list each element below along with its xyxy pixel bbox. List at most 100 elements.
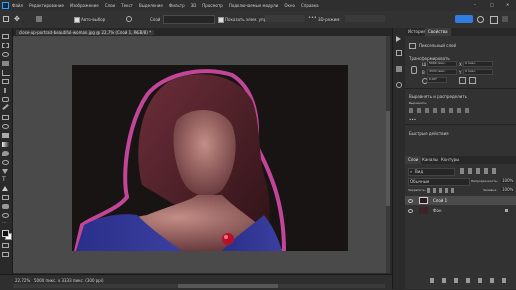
y-value: 0 пикс. [465, 69, 477, 73]
adjust-icon[interactable] [396, 50, 402, 56]
gear-icon[interactable] [126, 16, 132, 22]
scrollbar-thumb[interactable] [386, 111, 390, 206]
search-icon[interactable] [477, 16, 484, 23]
divider [405, 124, 516, 125]
workspace-icon[interactable] [490, 16, 498, 24]
kind-filter[interactable]: ⌕ Вид [408, 168, 455, 176]
lock-icons[interactable] [427, 188, 457, 193]
eyedropper-tool-icon[interactable] [4, 88, 6, 93]
foreground-color-swatch[interactable] [2, 230, 9, 237]
move-tool-icon[interactable]: ✥ [14, 15, 22, 23]
quick-selection-tool-icon[interactable] [2, 61, 9, 66]
auto-select-dropdown[interactable]: Слой [150, 17, 160, 22]
align-buttons-row[interactable] [409, 108, 469, 113]
menu-item[interactable]: Фильтр [169, 3, 185, 8]
fill-value[interactable]: 100% [501, 187, 515, 192]
menu-item[interactable]: Редактирование [29, 3, 64, 8]
x-value: 0 пикс. [465, 61, 477, 65]
rectangle-tool-icon[interactable] [2, 195, 9, 200]
menu-item[interactable]: Окно [284, 3, 295, 8]
path-selection-tool-icon[interactable] [2, 186, 8, 191]
more-icon[interactable]: ••• [409, 117, 416, 122]
layer-row[interactable]: Слой 1 [405, 196, 516, 205]
gradient-tool-icon[interactable] [2, 142, 9, 147]
eye-icon[interactable] [408, 199, 413, 203]
history-brush-tool-icon[interactable] [2, 124, 9, 129]
brush-tool-icon[interactable] [2, 103, 9, 111]
width-label: Ш [422, 62, 427, 67]
layer-thumbnail [419, 197, 428, 204]
menu-item[interactable]: Подключаемые модули [229, 3, 279, 8]
vertical-scrollbar[interactable] [386, 36, 390, 273]
filter-icons[interactable] [460, 168, 498, 174]
align-header[interactable]: Выровнять и распределить [409, 94, 467, 99]
menu-item[interactable]: Изображение [70, 3, 99, 8]
more-options-icon[interactable]: ••• [308, 15, 317, 22]
status-bar: 22,72% 5000 пикс. x 3333 пикс. (300 ppi) [0, 274, 395, 290]
flip-vertical-icon[interactable] [469, 77, 476, 84]
move-tool-icon[interactable] [2, 34, 9, 39]
link-icon[interactable] [411, 66, 417, 74]
photoshop-logo-icon [2, 2, 9, 9]
layer-thumbnail [419, 207, 428, 214]
close-tab-icon[interactable]: ✕ [135, 30, 138, 35]
tab-properties[interactable]: Свойства [425, 28, 451, 36]
layer-row[interactable]: Фон [405, 206, 516, 215]
quick-actions-header[interactable]: Быстрые действия [409, 131, 449, 136]
menu-item[interactable]: 3D [191, 3, 197, 8]
minimize-button[interactable]: – [474, 2, 476, 7]
marquee-tool-icon[interactable] [2, 43, 9, 48]
width-value: 5000 пикс. [429, 61, 446, 65]
crop-tool-icon[interactable] [2, 70, 10, 76]
tool-presets-icon[interactable] [36, 16, 42, 22]
workspace-switcher-icon[interactable] [502, 16, 508, 22]
menu-item[interactable]: Слои [105, 3, 115, 8]
layer-name[interactable]: Фон [433, 208, 442, 213]
document-info[interactable]: 5000 пикс. x 3333 пикс. (300 ppi) [34, 278, 104, 283]
document-tab[interactable]: close-up-portrait-beautiful-woman.jpg @ … [16, 30, 155, 35]
clone-stamp-tool-icon[interactable] [2, 115, 9, 120]
show-controls-checkbox[interactable] [218, 17, 224, 23]
frame-tool-icon[interactable] [2, 79, 9, 84]
document-canvas[interactable] [72, 65, 348, 251]
type-tool-icon[interactable]: T [2, 177, 9, 183]
align-buttons[interactable] [265, 15, 305, 22]
close-button[interactable]: ✕ [506, 2, 509, 7]
horizontal-scrollbar-thumb[interactable] [178, 284, 278, 288]
zoom-level[interactable]: 22,72% [15, 278, 30, 283]
tab-paths[interactable]: Контуры [438, 156, 462, 164]
eraser-tool-icon[interactable] [2, 133, 9, 138]
lasso-tool-icon[interactable] [2, 52, 9, 57]
mode-3d-buttons[interactable] [345, 15, 385, 22]
dodge-tool-icon[interactable] [2, 160, 9, 165]
styles-icon[interactable] [396, 82, 402, 88]
zoom-tool-icon[interactable] [2, 213, 9, 218]
quick-mask-icon[interactable] [2, 243, 9, 248]
flip-horizontal-icon[interactable] [459, 77, 466, 84]
horizontal-scrollbar[interactable] [13, 284, 385, 288]
pen-tool-icon[interactable] [2, 169, 8, 174]
maximize-button[interactable]: □ [490, 2, 494, 7]
auto-select-dropdown-field[interactable] [163, 15, 215, 24]
eye-icon[interactable] [408, 209, 413, 213]
play-icon[interactable] [396, 36, 401, 42]
hand-tool-icon[interactable] [2, 204, 9, 209]
menu-item[interactable]: Текст [121, 3, 133, 8]
properties-icon[interactable] [396, 66, 402, 72]
layers-footer-icons[interactable] [430, 278, 512, 283]
auto-select-checkbox[interactable] [74, 17, 80, 23]
healing-brush-tool-icon[interactable] [2, 97, 9, 102]
blend-mode-dropdown[interactable]: Обычные [408, 178, 470, 186]
home-icon[interactable] [3, 16, 9, 22]
more-tools-icon[interactable]: ··· [2, 221, 9, 226]
menu-item[interactable]: Просмотр [202, 3, 223, 8]
share-button[interactable] [455, 15, 473, 23]
opacity-value[interactable]: 100% [501, 178, 515, 183]
blur-tool-icon[interactable] [2, 151, 9, 156]
menu-item[interactable]: Выделение [139, 3, 163, 8]
menu-item[interactable]: Файл [12, 3, 23, 8]
menu-items: Файл Редактирование Изображение Слои Текст Вы… [12, 3, 319, 8]
menu-item[interactable]: Справка [301, 3, 319, 8]
layer-name[interactable]: Слой 1 [433, 198, 447, 203]
screen-mode-icon[interactable] [2, 252, 9, 257]
